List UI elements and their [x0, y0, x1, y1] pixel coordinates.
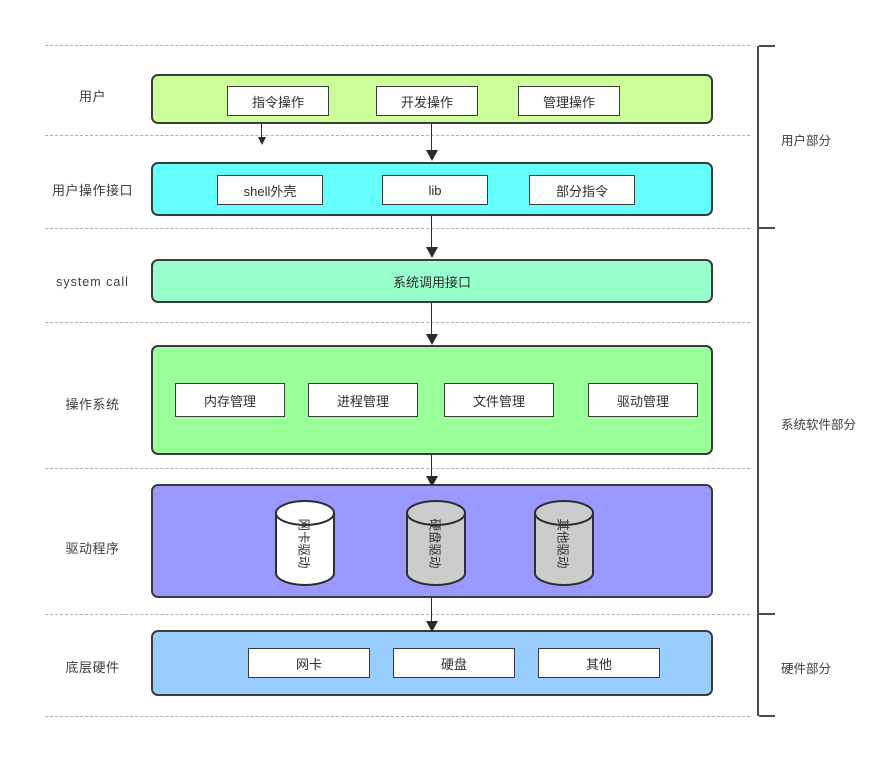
cylinder-driver-2[interactable]: 其他驱动	[533, 500, 595, 586]
arrow-user-to-shell	[255, 124, 269, 146]
separator-user	[45, 135, 750, 136]
separator-syscall	[45, 322, 750, 323]
brace-tick-bottom	[759, 715, 775, 717]
item-user-0[interactable]: 指令操作	[227, 86, 329, 116]
item-syscall-0: 系统调用接口	[392, 274, 471, 290]
row-label-user-interface: 用户操作接口	[51, 183, 133, 198]
separator-drivers	[45, 614, 750, 615]
item-interface-0[interactable]: shell外壳	[217, 175, 323, 205]
row-label-user: 用户	[78, 89, 106, 104]
architecture-diagram: 用户 指令操作 开发操作 管理操作 用户操作接口 shell外壳 lib 部分指…	[0, 0, 879, 757]
item-interface-1[interactable]: lib	[382, 175, 488, 205]
separator-top	[45, 45, 750, 46]
group-label-system-software-part: 系统软件部分	[781, 418, 857, 432]
brace-tick-top	[759, 227, 775, 229]
item-user-1[interactable]: 开发操作	[376, 86, 478, 116]
band-operating-system: 内存管理 进程管理 文件管理 驱动管理	[151, 345, 713, 455]
band-user: 指令操作 开发操作 管理操作	[151, 74, 713, 124]
brace-tick-top	[759, 45, 775, 47]
arrow-drivers-to-hardware	[424, 598, 440, 634]
row-label-drivers: 驱动程序	[65, 541, 120, 556]
brace-user-part	[757, 45, 775, 229]
item-os-2[interactable]: 文件管理	[444, 383, 554, 417]
cylinder-driver-0[interactable]: 网卡驱动	[274, 500, 336, 586]
separator-os	[45, 468, 750, 469]
item-os-3[interactable]: 驱动管理	[588, 383, 698, 417]
arrow-dev-to-lib	[424, 124, 440, 162]
item-hardware-0[interactable]: 网卡	[248, 648, 370, 678]
item-interface-2[interactable]: 部分指令	[529, 175, 635, 205]
row-label-operating-system: 操作系统	[65, 397, 120, 412]
cylinder-driver-1[interactable]: 硬盘驱动	[405, 500, 467, 586]
brace-system-software-part	[757, 227, 775, 615]
row-label-hardware: 底层硬件	[65, 660, 120, 675]
item-os-0[interactable]: 内存管理	[175, 383, 285, 417]
band-drivers: 网卡驱动 硬盘驱动 其他驱动	[151, 484, 713, 598]
brace-tick-top	[759, 613, 775, 615]
cylinder-driver-1-label: 硬盘驱动	[427, 517, 442, 569]
item-hardware-1[interactable]: 硬盘	[393, 648, 515, 678]
brace-hardware-part	[757, 613, 775, 717]
item-user-2[interactable]: 管理操作	[518, 86, 620, 116]
arrow-syscall-to-os	[424, 303, 440, 347]
cylinder-driver-0-label: 网卡驱动	[296, 517, 311, 569]
arrow-interface-to-syscall	[424, 216, 440, 260]
item-os-1[interactable]: 进程管理	[308, 383, 418, 417]
item-hardware-2[interactable]: 其他	[538, 648, 660, 678]
separator-bottom	[45, 716, 750, 717]
group-label-hardware-part: 硬件部分	[781, 662, 832, 676]
band-hardware: 网卡 硬盘 其他	[151, 630, 713, 696]
separator-interface	[45, 228, 750, 229]
row-label-system-call: system call	[56, 275, 129, 289]
band-user-interface: shell外壳 lib 部分指令	[151, 162, 713, 216]
group-label-user-part: 用户部分	[781, 134, 832, 148]
band-system-call: 系统调用接口	[151, 259, 713, 303]
cylinder-driver-2-label: 其他驱动	[555, 517, 570, 569]
